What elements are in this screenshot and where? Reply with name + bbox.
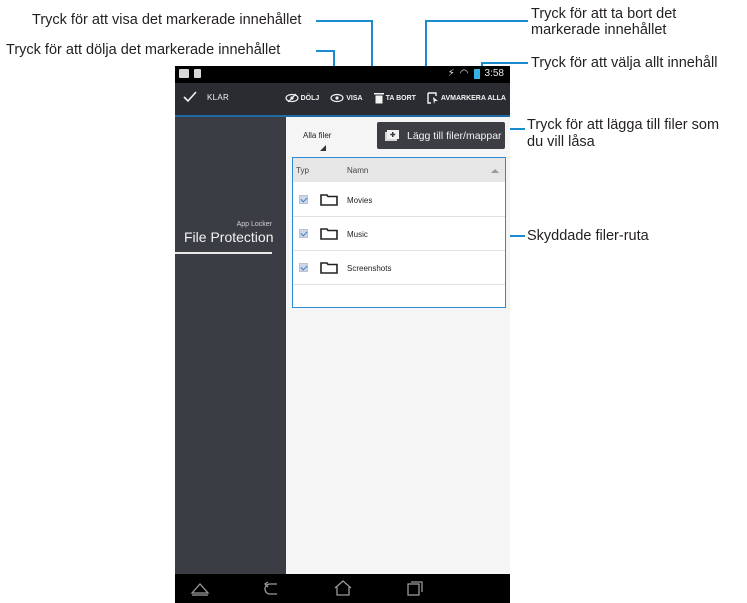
hide-label: DÖLJ [300, 94, 320, 102]
row-checkbox[interactable] [299, 263, 308, 272]
table-row[interactable]: Music [293, 217, 505, 251]
row-name: Movies [347, 196, 373, 205]
add-file-icon [385, 130, 399, 141]
lock-notification-icon [194, 69, 201, 78]
tablet-screen: ⚡ ◠ 3:58 KLAR DÖLJ VISA TA BORT AVMARKER… [175, 66, 510, 603]
callout-add-line2: du vill låsa [527, 134, 595, 150]
select-all-icon [427, 92, 438, 104]
check-icon [183, 91, 197, 103]
leader-hide-h [316, 50, 334, 52]
sort-arrow-icon[interactable] [491, 169, 499, 173]
row-checkbox[interactable] [299, 229, 308, 238]
battery-icon [473, 68, 480, 79]
callout-pane: Skyddade filer-ruta [527, 228, 649, 244]
sidebar-subtitle: App Locker [236, 221, 272, 228]
trash-icon [373, 93, 384, 104]
content-pane: Alla filer Lägg till filer/mappar Typ Na… [286, 117, 510, 574]
eye-icon [330, 93, 344, 103]
callout-add-line1: Tryck för att lägga till filer som [527, 117, 720, 133]
home-button-icon[interactable] [332, 579, 354, 597]
protected-files-pane: Typ Namn Movies Music Screenshots [292, 157, 506, 308]
filter-dropdown[interactable]: Alla filer [303, 131, 331, 140]
callout-select-all: Tryck för att välja allt innehåll [531, 55, 718, 71]
callout-hide: Tryck för att dölja det markerade innehå… [6, 42, 281, 58]
action-bar: KLAR DÖLJ VISA TA BORT AVMARKERA ALLA [175, 83, 510, 115]
leader-selectall-h [481, 62, 528, 64]
done-button[interactable]: KLAR [183, 91, 229, 103]
leader-delete-h [425, 20, 528, 22]
eye-slash-icon [284, 93, 299, 103]
delete-label: TA BORT [385, 94, 416, 102]
sidebar-item-file-protection[interactable]: File Protection [184, 229, 273, 245]
column-header-name[interactable]: Namn [347, 166, 368, 175]
show-button[interactable]: VISA [330, 93, 363, 103]
add-files-button[interactable]: Lägg till filer/mappar [377, 122, 505, 149]
status-bar: ⚡ ◠ 3:58 [175, 66, 510, 83]
sidebar: App Locker File Protection [175, 117, 286, 574]
row-checkbox[interactable] [299, 195, 308, 204]
show-label: VISA [346, 94, 363, 102]
row-name: Screenshots [347, 264, 392, 273]
column-header-type[interactable]: Typ [296, 166, 309, 175]
add-files-label: Lägg till filer/mappar [407, 129, 502, 142]
delete-button[interactable]: TA BORT [373, 92, 416, 104]
table-row[interactable]: Movies [293, 183, 505, 217]
row-name: Music [347, 230, 368, 239]
signal-icon: ⚡ [447, 68, 455, 79]
folder-icon [320, 228, 338, 240]
done-label: KLAR [207, 92, 230, 102]
dropdown-triangle-icon [320, 145, 326, 151]
wifi-icon: ◠ [459, 68, 469, 79]
select-all-label: AVMARKERA ALLA [440, 94, 506, 102]
home-icon[interactable] [189, 579, 211, 597]
folder-icon [320, 262, 338, 274]
select-all-button[interactable]: AVMARKERA ALLA [427, 92, 506, 104]
status-time: 3:58 [484, 68, 504, 79]
table-row[interactable]: Screenshots [293, 251, 505, 285]
recent-apps-icon[interactable] [403, 579, 425, 597]
notification-icon [179, 69, 189, 78]
navigation-bar [175, 574, 510, 603]
hide-button[interactable]: DÖLJ [284, 93, 320, 103]
table-header: Typ Namn [293, 158, 505, 182]
sidebar-item-underline [175, 252, 272, 254]
callout-show: Tryck för att visa det markerade innehål… [32, 12, 302, 28]
back-icon[interactable] [261, 579, 283, 597]
callout-delete-line2: markerade innehållet [531, 22, 667, 38]
leader-show-h [316, 20, 372, 22]
folder-icon [320, 194, 338, 206]
callout-delete-line1: Tryck för att ta bort det [531, 6, 677, 22]
